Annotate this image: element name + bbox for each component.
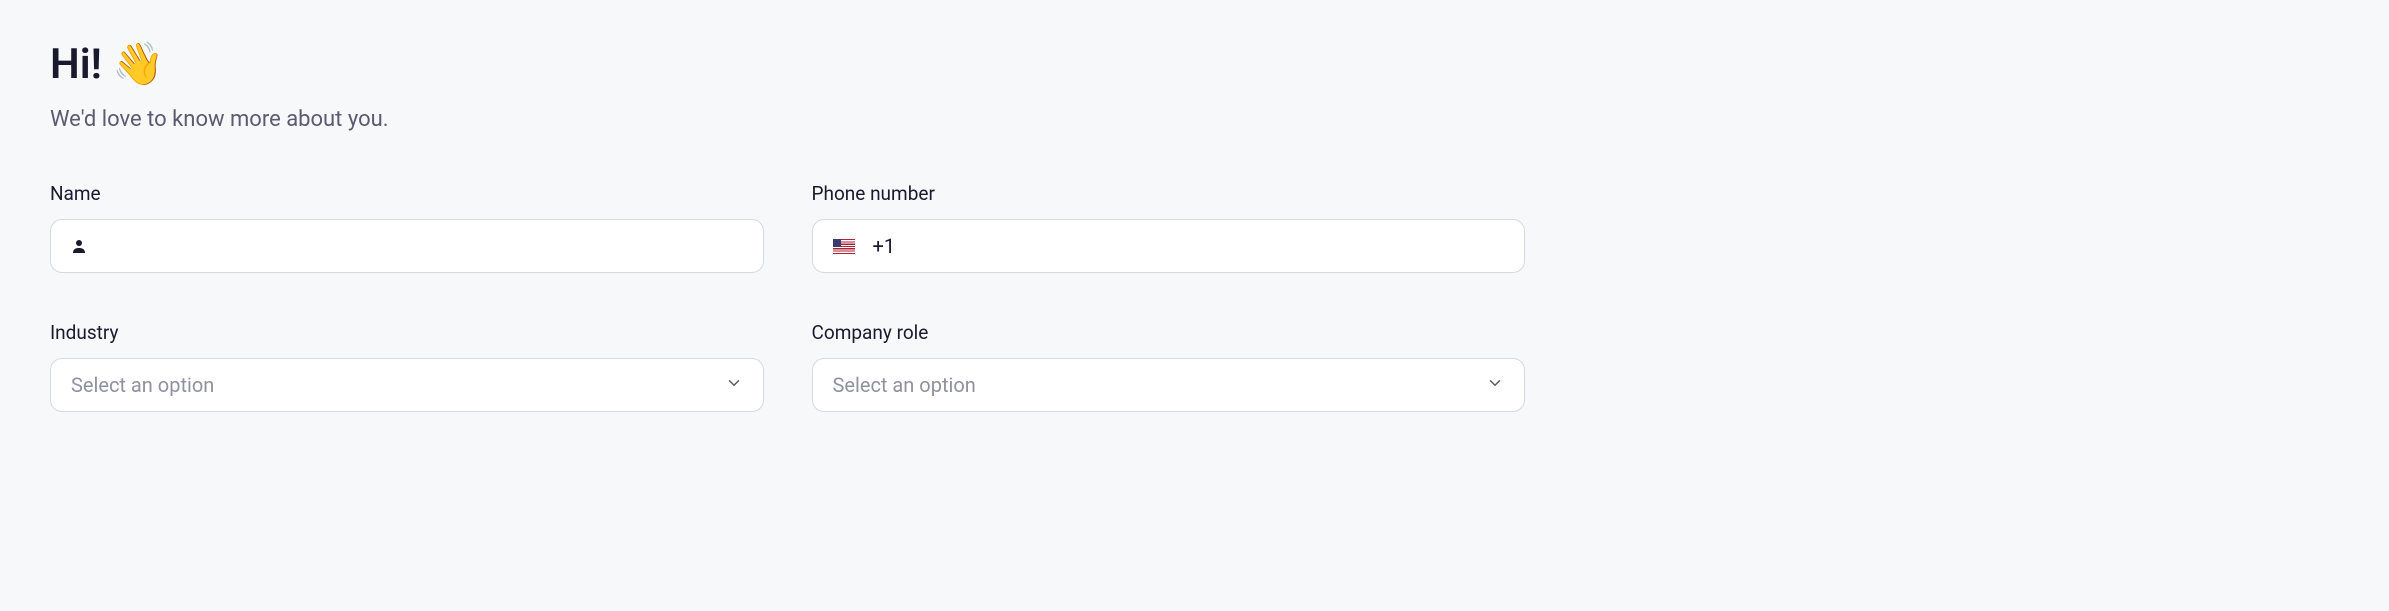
form-grid: Name Phone number +1 Industry Select an … (50, 182, 1525, 412)
name-input[interactable] (103, 220, 743, 272)
industry-select[interactable]: Select an option (50, 358, 764, 412)
phone-label: Phone number (812, 182, 1526, 205)
phone-input-wrapper: +1 (812, 219, 1526, 273)
industry-placeholder: Select an option (71, 373, 214, 397)
person-icon (71, 238, 87, 254)
us-flag-icon[interactable] (833, 239, 855, 254)
role-placeholder: Select an option (833, 373, 976, 397)
phone-field: Phone number +1 (812, 182, 1526, 273)
phone-prefix: +1 (873, 234, 896, 258)
page-heading: Hi! 👋 (50, 40, 2339, 89)
name-input-wrapper (50, 219, 764, 273)
role-field: Company role Select an option (812, 321, 1526, 412)
chevron-down-icon (1486, 374, 1504, 396)
industry-label: Industry (50, 321, 764, 344)
role-select[interactable]: Select an option (812, 358, 1526, 412)
role-label: Company role (812, 321, 1526, 344)
page-subtitle: We'd love to know more about you. (50, 107, 2339, 132)
name-label: Name (50, 182, 764, 205)
phone-input[interactable] (903, 220, 1504, 272)
chevron-down-icon (725, 374, 743, 396)
name-field: Name (50, 182, 764, 273)
industry-field: Industry Select an option (50, 321, 764, 412)
